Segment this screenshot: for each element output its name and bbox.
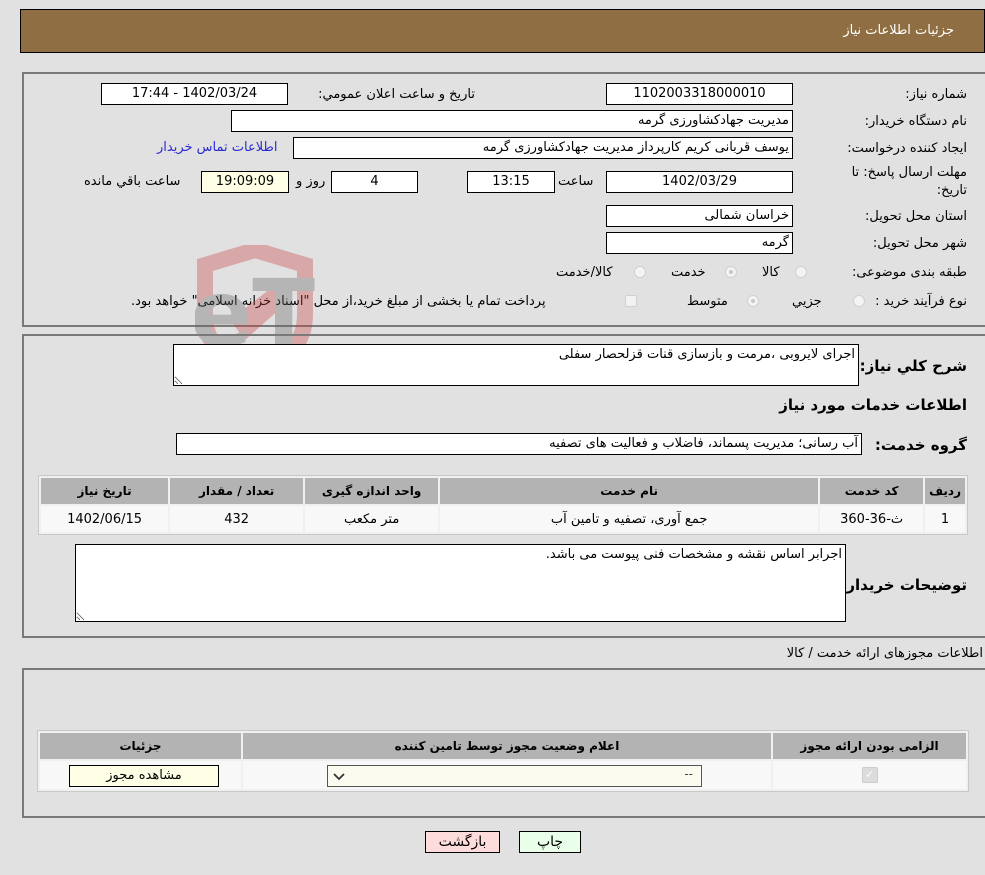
col-qty: تعداد / مقدار (170, 478, 304, 504)
need-number-field: 1102003318000010 (606, 83, 793, 105)
col-permit-status: اعلام وضعیت مجوز توسط تامین کننده (243, 733, 771, 759)
buyer-notes-label: توضیحات خریدار: (840, 576, 967, 594)
process-radio-medium[interactable] (747, 295, 759, 307)
service-group-label: گروه خدمت: (874, 436, 967, 454)
page-header: جزئیات اطلاعات نیاز (20, 9, 985, 53)
category-radio-service[interactable] (725, 266, 737, 278)
service-group-field: آب رسانی؛ مدیریت پسماند، فاضلاب و فعالیت… (176, 433, 862, 455)
deadline-time-label: ساعت (558, 174, 594, 189)
days-remaining-field: 4 (331, 171, 418, 193)
announce-date-field: 1402/03/24 - 17:44 (101, 83, 288, 105)
back-button[interactable]: بازگشت (425, 831, 500, 853)
description-textarea[interactable]: اجرای لایروبی ،مرمت و بازسازی قنات قزلحص… (173, 344, 859, 386)
province-field: خراسان شمالی (606, 205, 793, 227)
category-radio-goods[interactable] (795, 266, 807, 278)
need-number-label: شماره نیاز: (905, 87, 967, 102)
permits-section-title: اطلاعات مجوزهای ارائه خدمت / کالا (786, 646, 983, 661)
treasury-note: پرداخت تمام یا بخشی از مبلغ خرید،از محل … (131, 294, 546, 309)
process-option-minor: جزیي (792, 294, 822, 309)
col-code: کد خدمت (820, 478, 924, 504)
category-option-goods-service: کالا/خدمت (556, 265, 613, 280)
permits-table-header: الزامی بودن ارائه مجوز اعلام وضعیت مجوز … (40, 733, 966, 759)
col-date: تاریخ نیاز (41, 478, 169, 504)
services-section-title: اطلاعات خدمات مورد نیاز (779, 396, 967, 414)
process-label: نوع فرآیند خرید : (875, 294, 967, 309)
buyer-org-field: مدیریت جهادکشاورزی گرمه (231, 110, 793, 132)
chevron-down-icon (333, 773, 345, 781)
city-label: شهر محل تحویل: (872, 236, 967, 251)
row-name: جمع آوری، تصفیه و تامین آب (440, 506, 819, 532)
remaining-time-field: 19:09:09 (201, 171, 289, 193)
view-permit-button[interactable]: مشاهده مجوز (69, 765, 219, 787)
table-row: 1 ث-36-360 جمع آوری، تصفیه و تامین آب مت… (41, 506, 965, 532)
deadline-label: مهلت ارسال پاسخ: تا (851, 165, 967, 180)
announce-date-label: تاریخ و ساعت اعلان عمومي: (318, 87, 475, 102)
creator-label: ایجاد کننده درخواست: (847, 141, 967, 156)
permit-required-checkbox[interactable]: ✓ (861, 767, 878, 783)
days-label: روز و (296, 174, 326, 189)
deadline-label-2: تاریخ: (936, 183, 967, 198)
permit-status-value: -- (684, 767, 693, 781)
col-index: ردیف (925, 478, 965, 504)
city-field: گرمه (606, 232, 793, 254)
permit-required-cell: ✓ (773, 761, 966, 789)
creator-field: یوسف قربانی کریم کارپرداز مدیریت جهادکشا… (293, 137, 793, 159)
remaining-time-label: ساعت باقي مانده (84, 174, 181, 189)
row-date: 1402/06/15 (41, 506, 169, 532)
buyer-org-label: نام دستگاه خریدار: (864, 114, 967, 129)
col-permit-required: الزامی بودن ارائه مجوز (773, 733, 966, 759)
deadline-date-field: 1402/03/29 (606, 171, 793, 193)
province-label: استان محل تحویل: (865, 209, 967, 224)
page-title: جزئیات اطلاعات نیاز (843, 23, 954, 38)
buyer-notes-textarea[interactable]: اجرابر اساس نقشه و مشخصات فنی پیوست می ب… (75, 544, 846, 622)
col-unit: واحد اندازه گیری (305, 478, 439, 504)
category-option-goods: کالا (762, 265, 780, 280)
process-radio-minor[interactable] (853, 295, 865, 307)
buyer-contact-link[interactable]: اطلاعات تماس خریدار (157, 140, 277, 155)
row-qty: 432 (170, 506, 304, 532)
col-name: نام خدمت (440, 478, 819, 504)
row-unit: متر مکعب (305, 506, 439, 532)
services-table-header: ردیف کد خدمت نام خدمت واحد اندازه گیری ت… (41, 478, 965, 504)
category-radio-goods-service[interactable] (634, 266, 646, 278)
treasury-checkbox[interactable] (625, 295, 637, 307)
col-permit-details: جزئیات (40, 733, 241, 759)
category-option-service: خدمت (671, 265, 706, 280)
permit-status-select[interactable]: -- (327, 765, 702, 787)
category-label: طبقه بندی موضوعی: (851, 265, 967, 280)
services-table: ردیف کد خدمت نام خدمت واحد اندازه گیری ت… (38, 475, 968, 535)
deadline-time-field: 13:15 (467, 171, 555, 193)
print-button[interactable]: چاپ (519, 831, 581, 853)
row-code: ث-36-360 (820, 506, 924, 532)
row-index: 1 (925, 506, 965, 532)
process-option-medium: متوسط (687, 294, 728, 309)
description-label: شرح کلي نیاز: (859, 357, 967, 375)
